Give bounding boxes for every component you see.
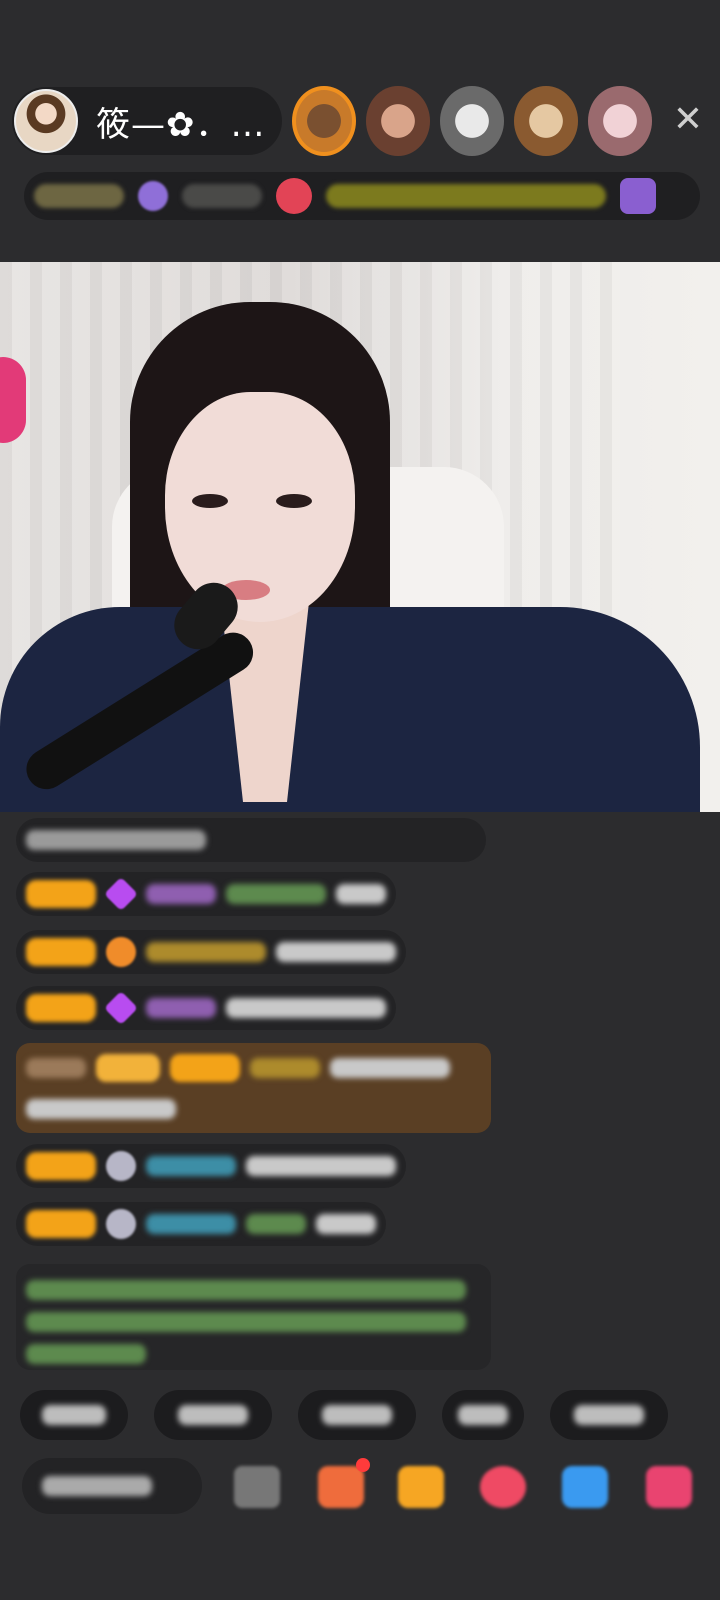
chat-prefix: [26, 1058, 86, 1078]
live-video-stream[interactable]: [0, 262, 720, 812]
quick-reply-chip[interactable]: [298, 1390, 416, 1440]
chat-mention: [246, 1214, 306, 1234]
level-badge: [26, 994, 96, 1022]
rank-badge[interactable]: [34, 184, 124, 208]
notice-line-2: [26, 1312, 466, 1332]
viewer-avatar-5[interactable]: [588, 86, 652, 156]
level-badge: [170, 1054, 240, 1082]
level-badge: [26, 1210, 96, 1238]
badge-icon: [106, 937, 136, 967]
chat-username[interactable]: [250, 1058, 320, 1078]
quick-reply-chip[interactable]: [550, 1390, 668, 1440]
chip-label: [321, 1405, 393, 1425]
chip-label: [573, 1405, 645, 1425]
notice-line-3: [26, 1344, 146, 1364]
streamer-eye-left: [192, 494, 228, 508]
chat-text: [336, 884, 386, 904]
level-badge: [26, 1152, 96, 1180]
treasure-icon[interactable]: [398, 1466, 444, 1508]
chat-username[interactable]: [146, 942, 266, 962]
viewer-avatar-3[interactable]: [440, 86, 504, 156]
activity-banner[interactable]: [326, 184, 606, 208]
chat-input-placeholder: [42, 1476, 152, 1496]
chat-text: [276, 942, 396, 962]
diamond-icon: [104, 991, 138, 1025]
host-avatar[interactable]: [14, 89, 78, 153]
host-info-pill[interactable]: 筱—✿．…: [12, 87, 282, 155]
quick-reply-chips: [20, 1390, 668, 1440]
chip-label: [177, 1405, 249, 1425]
chip-label: [458, 1405, 508, 1425]
chat-username[interactable]: [146, 998, 216, 1018]
chat-username[interactable]: [146, 1214, 236, 1234]
diamond-icon: [104, 877, 138, 911]
emoji-icon[interactable]: [234, 1466, 280, 1508]
chat-username[interactable]: [146, 1156, 236, 1176]
chat-text: [26, 830, 206, 850]
chat-message[interactable]: [16, 930, 406, 974]
vip-badge: [96, 1054, 160, 1082]
close-icon[interactable]: ✕: [668, 100, 708, 140]
fans-club-label: [182, 184, 262, 208]
quick-reply-chip[interactable]: [20, 1390, 128, 1440]
chat-message[interactable]: [16, 872, 396, 916]
heart-decoration: [0, 357, 26, 443]
fans-club-icon[interactable]: [138, 181, 168, 211]
viewer-avatar-1[interactable]: [292, 86, 356, 156]
chat-username[interactable]: [146, 884, 216, 904]
chat-text: [226, 998, 386, 1018]
notification-dot: [356, 1458, 370, 1472]
chat-text: [330, 1058, 450, 1078]
member-icon: [106, 1209, 136, 1239]
top-viewers-list: [292, 86, 652, 156]
viewer-avatar-4[interactable]: [514, 86, 578, 156]
chat-text-continued: [26, 1099, 176, 1119]
chat-message[interactable]: [16, 818, 486, 862]
notice-line-1: [26, 1280, 466, 1300]
chat-message[interactable]: [16, 986, 396, 1030]
chat-message[interactable]: [16, 1144, 406, 1188]
hot-icon[interactable]: [276, 178, 312, 214]
viewer-avatar-2[interactable]: [366, 86, 430, 156]
special-chat-message[interactable]: [16, 1043, 491, 1133]
host-name: 筱—✿．…: [96, 104, 266, 145]
member-icon: [106, 1151, 136, 1181]
streamer-eye-right: [276, 494, 312, 508]
chat-input[interactable]: [22, 1458, 202, 1514]
game-icon[interactable]: [562, 1466, 608, 1508]
level-badge: [26, 938, 96, 966]
bottom-action-bar: [0, 1458, 720, 1528]
quick-reply-chip[interactable]: [442, 1390, 524, 1440]
chat-text: [316, 1214, 376, 1234]
room-badges-row[interactable]: [24, 172, 700, 220]
level-badge: [26, 880, 96, 908]
more-icon[interactable]: [646, 1466, 692, 1508]
system-notice: [16, 1264, 491, 1370]
event-icon[interactable]: [620, 178, 656, 214]
chat-text: [246, 1156, 396, 1176]
gift-icon[interactable]: [318, 1466, 364, 1508]
chat-mention: [226, 884, 326, 904]
like-heart-icon[interactable]: [480, 1466, 526, 1508]
quick-reply-chip[interactable]: [154, 1390, 272, 1440]
chip-label: [41, 1405, 107, 1425]
chat-message[interactable]: [16, 1202, 386, 1246]
